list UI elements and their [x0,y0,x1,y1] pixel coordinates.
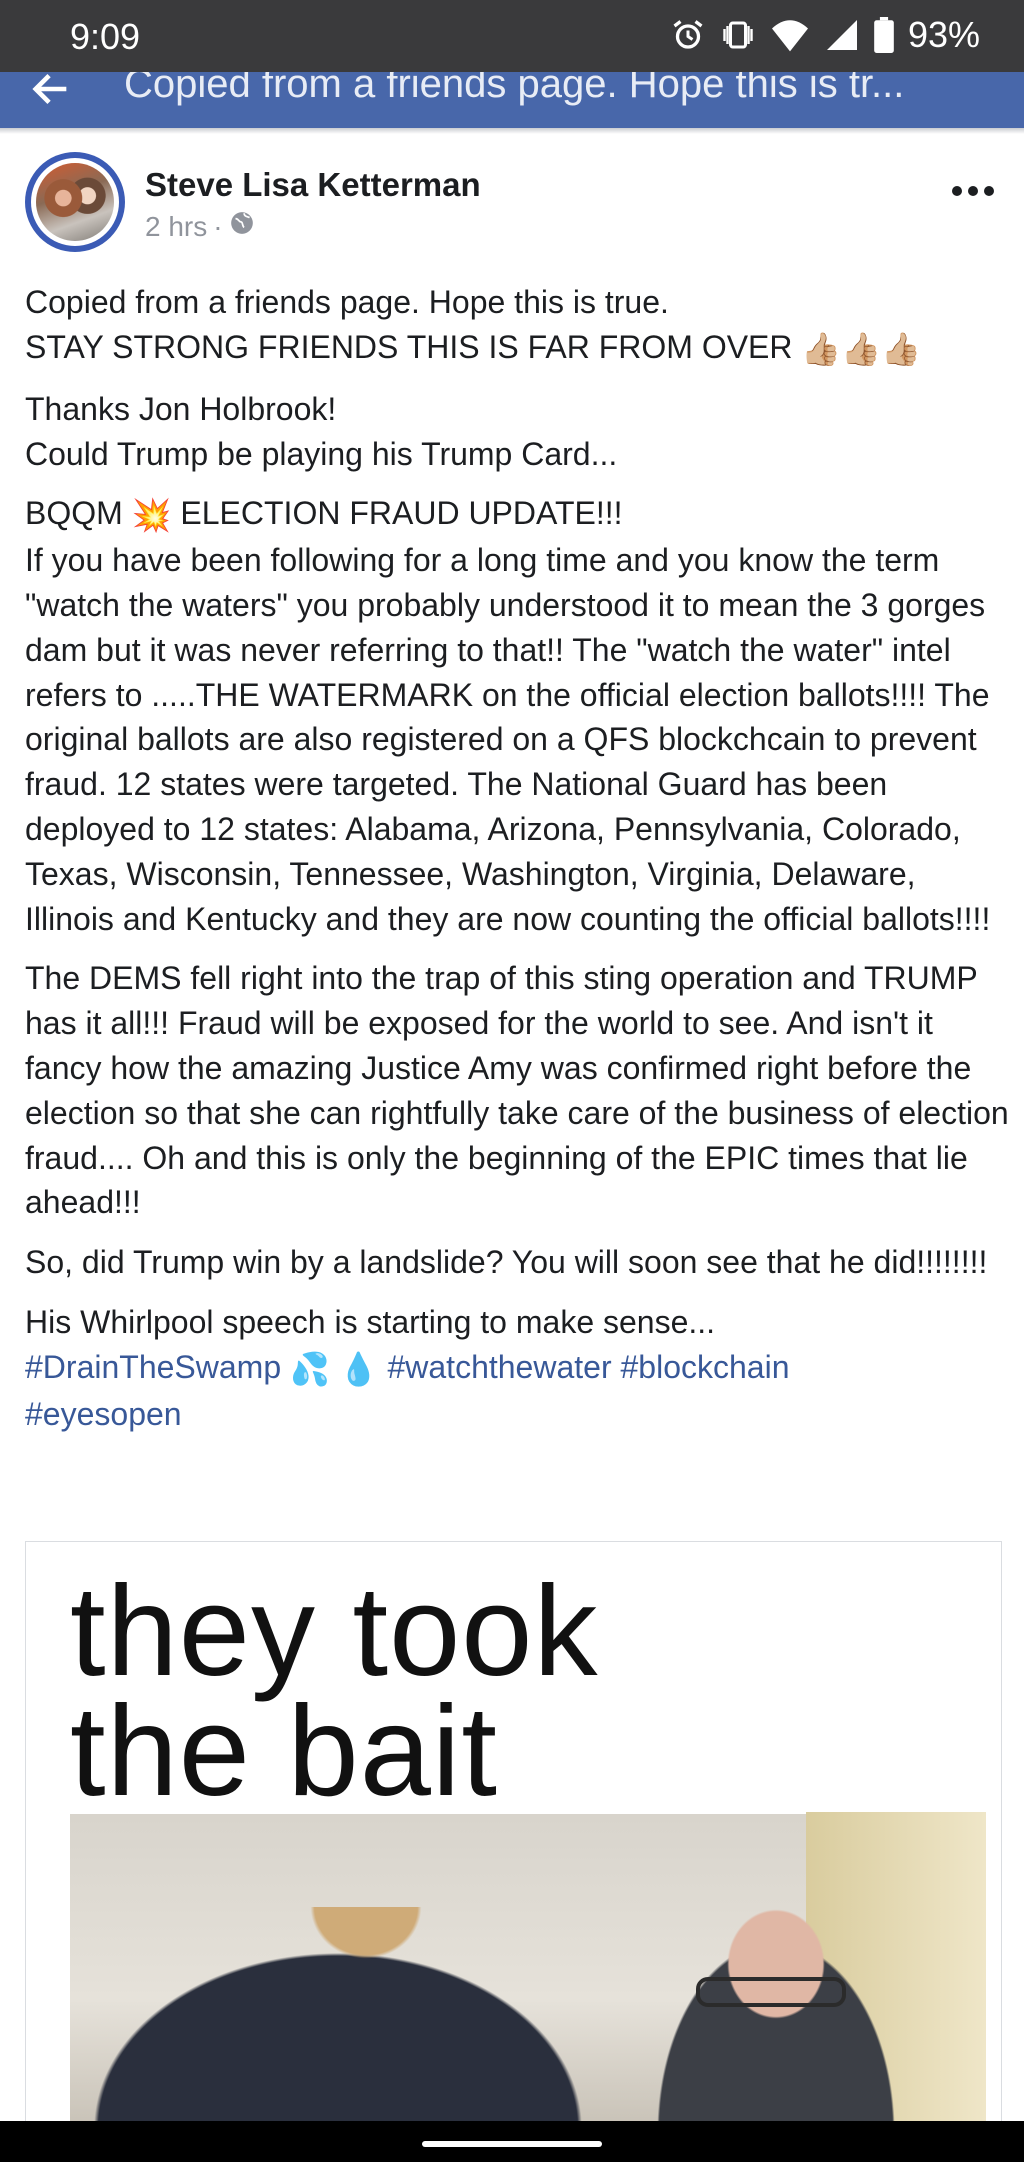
meta-separator: · [213,210,223,242]
thumbs-up-emoji: 👍🏼👍🏼👍🏼 [801,330,921,367]
home-gesture-pill[interactable] [422,2141,602,2147]
landslide-body: So, did Trump win by a landslide? You wi… [25,1244,988,1281]
more-options-icon[interactable] [952,186,994,196]
paragraph-intro: Copied from a friends page. Hope this is… [25,280,1010,372]
paragraph-whirlpool: His Whirlpool speech is starting to make… [25,1300,1010,1437]
back-arrow-icon[interactable] [28,72,74,117]
post-time[interactable]: 2 hrs [145,211,207,243]
more-dot [968,186,978,196]
whirlpool-line: His Whirlpool speech is starting to make… [25,1304,716,1341]
paragraph-dems: The DEMS fell right into the trap of thi… [25,956,1010,1225]
app-bar-title: Copied from a friends page. Hope this is… [124,72,905,106]
thanks-line2: Could Trump be playing his Trump Card... [25,435,618,472]
paragraph-thanks: Thanks Jon Holbrook! Could Trump be play… [25,387,1010,477]
update-heading: ELECTION FRAUD UPDATE!!! [180,495,623,532]
status-bar: 9:09 93% [0,0,1024,72]
thanks-line1: Thanks Jon Holbrook! [25,390,337,427]
avatar[interactable] [25,152,125,252]
paragraph-landslide: So, did Trump win by a landslide? You wi… [25,1240,1010,1285]
hashtag-blockchain[interactable]: #blockchain [620,1349,789,1385]
hashtag-eyes-open[interactable]: #eyesopen [25,1396,182,1432]
meme-caption: they took the bait [70,1568,598,1816]
app-bar-shadow [0,128,1024,134]
app-bar: Copied from a friends page. Hope this is… [0,72,1024,128]
globe-icon [229,210,255,243]
more-dot [952,186,962,196]
post-meta: 2 hrs · [145,210,255,243]
wifi-icon [770,17,810,53]
paragraph-update: BQQM 💥 ELECTION FRAUD UPDATE!!! If you h… [25,491,1010,941]
post-text: Copied from a friends page. Hope this is… [25,280,1010,1452]
more-dot [984,186,994,196]
intro-line2: STAY STRONG FRIENDS THIS IS FAR FROM OVE… [25,328,793,365]
intro-line1: Copied from a friends page. Hope this is… [25,284,669,320]
meme-caption-line2: the bait [70,1680,498,1823]
status-icons: 93% [670,14,980,56]
meme-photo-person-right [626,1892,926,2122]
battery-icon [874,17,894,53]
post-author[interactable]: Steve Lisa Ketterman [145,166,481,204]
navigation-bar [0,2121,1024,2162]
post-image[interactable]: they took the bait [25,1541,1002,2122]
battery-percent: 93% [907,14,980,55]
avatar-photo [36,163,114,241]
update-prefix: BQQM [25,495,123,532]
signal-icon [824,17,860,53]
status-time: 9:09 [70,16,141,57]
meme-photo-glasses [696,1977,846,2007]
meme-photo-person-left [86,1907,646,2122]
update-body: If you have been following for a long ti… [25,542,991,937]
hashtag-drain-the-swamp[interactable]: #DrainTheSwamp [25,1349,281,1385]
hashtag-watch-the-water[interactable]: #watchthewater [387,1349,611,1385]
dems-body: The DEMS fell right into the trap of thi… [25,960,1009,1221]
vibrate-icon [720,17,756,53]
alarm-icon [670,17,706,53]
water-drops-emoji: 💦 💧 [290,1350,379,1387]
collision-emoji: 💥 [131,497,172,534]
